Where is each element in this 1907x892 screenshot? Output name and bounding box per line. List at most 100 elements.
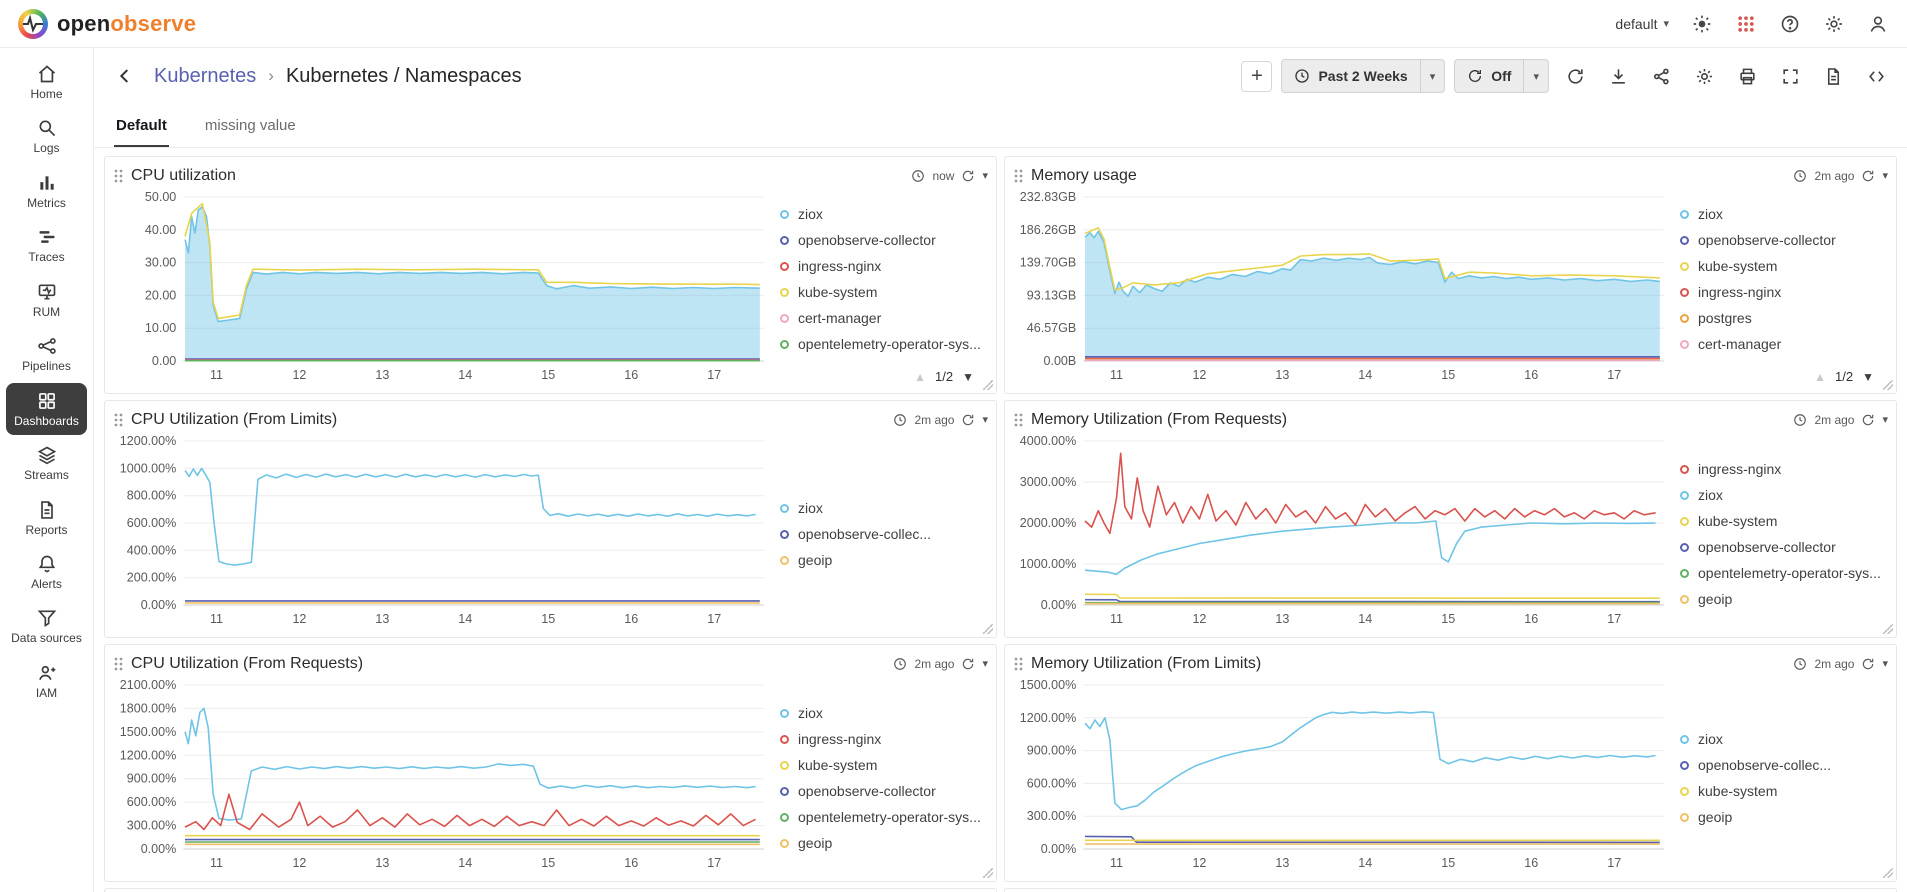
legend-item-openobserve-collector[interactable]: openobserve-collector [1680,539,1888,555]
help-icon[interactable] [1779,13,1801,35]
legend-item-openobserve-collector[interactable]: openobserve-collector [1680,232,1888,248]
json-file-button[interactable] [1816,59,1850,93]
legend-item-ziox[interactable]: ziox [1680,206,1888,222]
panel-resize-handle[interactable] [1883,624,1893,634]
panel-resize-handle[interactable] [1883,868,1893,878]
time-range-picker[interactable]: Past 2 Weeks ▾ [1281,59,1445,93]
sidebar-item-pipelines[interactable]: Pipelines [6,328,87,380]
legend-item-openobserve-collector[interactable]: openobserve-collector [780,783,988,799]
sidebar-item-reports[interactable]: Reports [6,492,87,544]
settings-gear-icon[interactable] [1823,13,1845,35]
openobserve-logo[interactable]: openobserve [18,9,196,39]
tab-default[interactable]: Default [114,117,169,147]
legend-item-ziox[interactable]: ziox [1680,487,1888,503]
apps-grid-icon[interactable] [1735,13,1757,35]
sidebar-item-iam[interactable]: IAM [6,655,87,707]
panel-drag-handle-icon[interactable] [1013,412,1023,428]
legend-item-openobserve-collector[interactable]: openobserve-collector [780,232,988,248]
time-range-caret[interactable]: ▾ [1420,60,1445,92]
legend-item-kube-system[interactable]: kube-system [1680,513,1888,529]
panel-refresh-icon[interactable] [1861,413,1875,427]
auto-refresh-caret[interactable]: ▾ [1523,60,1548,92]
legend-item-postgres[interactable]: postgres [1680,310,1888,326]
legend-item-opentelemetry-operator-system[interactable]: opentelemetry-operator-sys... [780,336,988,352]
sidebar-item-traces[interactable]: Traces [6,219,87,271]
legend-item-ingress-nginx[interactable]: ingress-nginx [1680,461,1888,477]
panel-drag-handle-icon[interactable] [113,168,123,184]
legend-item-cert-manager[interactable]: cert-manager [780,310,988,326]
legend-item-ziox[interactable]: ziox [780,206,988,222]
legend-item-kube-system[interactable]: kube-system [1680,258,1888,274]
legend-page-down-icon[interactable]: ▼ [962,370,974,384]
sidebar-item-dashboards[interactable]: Dashboards [6,383,87,435]
legend-item-kube-system[interactable]: kube-system [780,284,988,300]
breadcrumb-dashboards-link[interactable]: Kubernetes [154,65,256,88]
chart-plot[interactable]: 0.00%300.00%600.00%900.00%1200.00%1500.0… [113,677,776,875]
legend-item-geoip[interactable]: geoip [1680,809,1888,825]
dashboard-settings-button[interactable] [1687,59,1721,93]
auto-refresh-picker[interactable]: Off ▾ [1454,59,1549,93]
panel-refresh-icon[interactable] [1861,657,1875,671]
chart-plot[interactable]: 0.00%1000.00%2000.00%3000.00%4000.00%111… [1013,433,1676,631]
sidebar-item-streams[interactable]: Streams [6,437,87,489]
panel-menu-caret[interactable]: ▾ [1882,169,1888,182]
legend-item-kube-system[interactable]: kube-system [1680,783,1888,799]
panel-refresh-icon[interactable] [961,169,975,183]
panel-menu-caret[interactable]: ▾ [982,657,988,670]
panel-drag-handle-icon[interactable] [1013,168,1023,184]
share-button[interactable] [1644,59,1678,93]
user-icon[interactable] [1867,13,1889,35]
legend-item-geoip[interactable]: geoip [780,552,988,568]
sidebar-item-logs[interactable]: Logs [6,110,87,162]
legend-item-ziox[interactable]: ziox [1680,731,1888,747]
back-button[interactable] [108,59,142,93]
chart-plot[interactable]: 0.0010.0020.0030.0040.0050.0011121314151… [113,189,776,387]
panel-resize-handle[interactable] [983,868,993,878]
chart-plot[interactable]: 0.00%200.00%400.00%600.00%800.00%1000.00… [113,433,776,631]
legend-item-ziox[interactable]: ziox [780,705,988,721]
download-button[interactable] [1601,59,1635,93]
panel-refresh-icon[interactable] [1861,169,1875,183]
refresh-button[interactable] [1558,59,1592,93]
legend-item-geoip[interactable]: geoip [780,835,988,851]
code-button[interactable] [1859,59,1893,93]
panel-refresh-icon[interactable] [961,657,975,671]
panel-menu-caret[interactable]: ▾ [982,413,988,426]
sidebar-item-data-sources[interactable]: Data sources [6,600,87,652]
legend-item-ingress-nginx[interactable]: ingress-nginx [1680,284,1888,300]
panel-menu-caret[interactable]: ▾ [1882,657,1888,670]
chart-plot[interactable]: 0.00%300.00%600.00%900.00%1200.00%1500.0… [1013,677,1676,875]
add-panel-button[interactable]: + [1241,61,1272,92]
panel-resize-handle[interactable] [1883,380,1893,390]
legend-item-geoip[interactable]: geoip [1680,591,1888,607]
legend-item-ingress-nginx[interactable]: ingress-nginx [780,731,988,747]
legend-item-ingress-nginx[interactable]: ingress-nginx [780,258,988,274]
panel-drag-handle-icon[interactable] [113,412,123,428]
legend-item-ziox[interactable]: ziox [780,500,988,516]
sidebar-item-metrics[interactable]: Metrics [6,165,87,217]
panel-menu-caret[interactable]: ▾ [1882,413,1888,426]
tab-missing-value[interactable]: missing value [203,117,298,147]
legend-item-openobserve-collector[interactable]: openobserve-collec... [780,526,988,542]
legend-item-opentelemetry-operator-system[interactable]: opentelemetry-operator-sys... [1680,565,1888,581]
sidebar-item-home[interactable]: Home [6,56,87,108]
legend-page-up-icon[interactable]: ▲ [1814,370,1826,384]
panel-drag-handle-icon[interactable] [1013,656,1023,672]
legend-item-kube-system[interactable]: kube-system [780,757,988,773]
legend-item-opentelemetry-operator-system[interactable]: opentelemetry-operator-sys... [780,809,988,825]
theme-sun-icon[interactable] [1691,13,1713,35]
legend-page-up-icon[interactable]: ▲ [914,370,926,384]
legend-item-cert-manager[interactable]: cert-manager [1680,336,1888,352]
print-button[interactable] [1730,59,1764,93]
sidebar-item-alerts[interactable]: Alerts [6,546,87,598]
panel-resize-handle[interactable] [983,624,993,634]
sidebar-item-rum[interactable]: RUM [6,274,87,326]
fullscreen-button[interactable] [1773,59,1807,93]
chart-plot[interactable]: 0.00B46.57GB93.13GB139.70GB186.26GB232.8… [1013,189,1676,387]
org-selector[interactable]: default ▾ [1615,16,1669,32]
legend-page-down-icon[interactable]: ▼ [1862,370,1874,384]
panel-refresh-icon[interactable] [961,413,975,427]
panel-drag-handle-icon[interactable] [113,656,123,672]
legend-item-openobserve-collector[interactable]: openobserve-collec... [1680,757,1888,773]
panel-resize-handle[interactable] [983,380,993,390]
